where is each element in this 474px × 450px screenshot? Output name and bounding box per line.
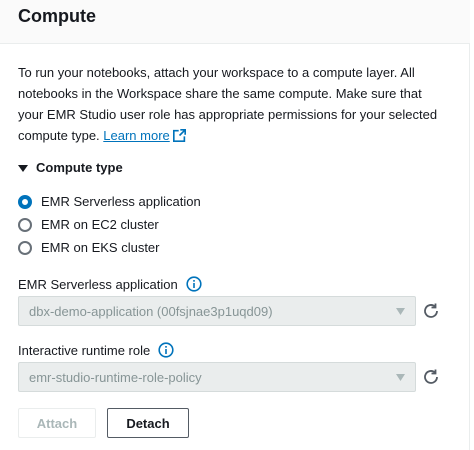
radio-button-checked[interactable] bbox=[18, 194, 32, 209]
radio-label: EMR on EC2 cluster bbox=[41, 217, 159, 232]
serverless-app-label: EMR Serverless application bbox=[18, 276, 178, 292]
radio-button[interactable] bbox=[18, 217, 32, 232]
radio-option-emr-eks[interactable]: EMR on EKS cluster bbox=[18, 236, 201, 259]
runtime-role-value: emr-studio-runtime-role-policy bbox=[29, 369, 202, 385]
serverless-app-field-label: EMR Serverless application bbox=[18, 276, 202, 292]
info-icon[interactable] bbox=[186, 276, 202, 292]
radio-option-emr-serverless[interactable]: EMR Serverless application bbox=[18, 190, 201, 213]
dropdown-triangle-icon bbox=[396, 308, 405, 315]
info-icon[interactable] bbox=[158, 342, 174, 358]
refresh-icon[interactable] bbox=[422, 302, 440, 320]
serverless-app-value: dbx-demo-application (00fsjnae3p1uqd09) bbox=[29, 303, 273, 319]
radio-label: EMR on EKS cluster bbox=[41, 240, 160, 255]
runtime-role-select[interactable]: emr-studio-runtime-role-policy bbox=[18, 362, 416, 392]
attach-button[interactable]: Attach bbox=[18, 408, 96, 438]
runtime-role-field-label: Interactive runtime role bbox=[18, 342, 174, 358]
serverless-app-select[interactable]: dbx-demo-application (00fsjnae3p1uqd09) bbox=[18, 296, 416, 326]
compute-panel: Compute To run your notebooks, attach yo… bbox=[0, 0, 470, 450]
compute-type-radio-group: EMR Serverless application EMR on EC2 cl… bbox=[18, 190, 201, 259]
compute-type-toggle[interactable]: Compute type bbox=[18, 160, 123, 175]
description-text: To run your notebooks, attach your works… bbox=[18, 65, 438, 143]
panel-title: Compute bbox=[18, 6, 96, 26]
detach-button[interactable]: Detach bbox=[107, 408, 189, 438]
learn-more-link[interactable]: Learn more bbox=[103, 128, 186, 143]
panel-header: Compute bbox=[0, 0, 470, 44]
external-link-icon bbox=[172, 129, 186, 142]
radio-label: EMR Serverless application bbox=[41, 194, 201, 209]
runtime-role-label: Interactive runtime role bbox=[18, 342, 151, 358]
refresh-icon[interactable] bbox=[422, 368, 440, 386]
dropdown-triangle-icon bbox=[396, 374, 405, 381]
radio-button[interactable] bbox=[18, 240, 32, 255]
compute-description: To run your notebooks, attach your works… bbox=[18, 62, 448, 146]
radio-option-emr-ec2[interactable]: EMR on EC2 cluster bbox=[18, 213, 201, 236]
compute-type-title: Compute type bbox=[36, 160, 123, 175]
caret-down-icon bbox=[18, 164, 28, 172]
learn-more-label: Learn more bbox=[103, 128, 170, 143]
